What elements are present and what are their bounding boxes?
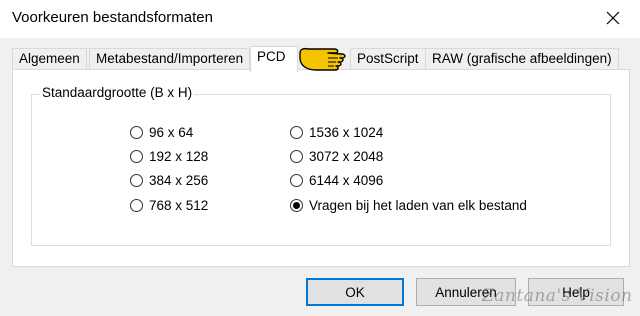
radio-6144x4096[interactable]: 6144 x 4096: [290, 173, 383, 188]
window-title: Voorkeuren bestandsformaten: [12, 9, 213, 26]
pointing-hand-icon: [298, 38, 356, 77]
radio-circle: [290, 174, 303, 187]
radio-96x64[interactable]: 96 x 64: [130, 125, 193, 140]
radio-192x128[interactable]: 192 x 128: [130, 149, 208, 164]
radio-label: 384 x 256: [149, 173, 209, 188]
radio-label: 192 x 128: [149, 149, 209, 164]
radio-label: 768 x 512: [149, 198, 209, 213]
radio-768x512[interactable]: 768 x 512: [130, 198, 208, 213]
radio-circle: [130, 126, 143, 139]
tab-algemeen[interactable]: Algemeen: [12, 48, 87, 69]
preferences-dialog: Voorkeuren bestandsformaten Algemeen Met…: [0, 0, 640, 316]
tab-raw[interactable]: RAW (grafische afbeeldingen): [425, 48, 619, 69]
radio-circle: [130, 199, 143, 212]
ok-button[interactable]: OK: [306, 278, 404, 306]
tab-metabestand-importeren[interactable]: Metabestand/Importeren: [89, 48, 251, 69]
radio-circle-selected: [290, 199, 303, 212]
radio-circle: [130, 174, 143, 187]
close-button[interactable]: [598, 4, 628, 32]
title-bar: Voorkeuren bestandsformaten: [0, 0, 640, 38]
watermark: Zantana's Vision: [482, 286, 633, 306]
close-icon: [606, 11, 620, 25]
tab-pcd[interactable]: PCD: [250, 46, 298, 72]
radio-1536x1024[interactable]: 1536 x 1024: [290, 125, 383, 140]
radio-label: 96 x 64: [149, 125, 194, 140]
radio-384x256[interactable]: 384 x 256: [130, 173, 208, 188]
radio-ask-each-file[interactable]: Vragen bij het laden van elk bestand: [290, 198, 527, 213]
radio-label: 6144 x 4096: [309, 173, 384, 188]
radio-label: Vragen bij het laden van elk bestand: [309, 198, 527, 213]
tab-postscript[interactable]: PostScript: [350, 48, 426, 69]
radio-circle: [130, 150, 143, 163]
radio-label: 3072 x 2048: [309, 149, 384, 164]
radio-label: 1536 x 1024: [309, 125, 384, 140]
group-label: Standaardgrootte (B x H): [40, 85, 195, 100]
tab-panel-pcd: Standaardgrootte (B x H) 96 x 64 192 x 1…: [12, 69, 630, 267]
radio-circle: [290, 150, 303, 163]
standard-size-group: Standaardgrootte (B x H) 96 x 64 192 x 1…: [31, 85, 611, 246]
radio-circle: [290, 126, 303, 139]
radio-3072x2048[interactable]: 3072 x 2048: [290, 149, 383, 164]
